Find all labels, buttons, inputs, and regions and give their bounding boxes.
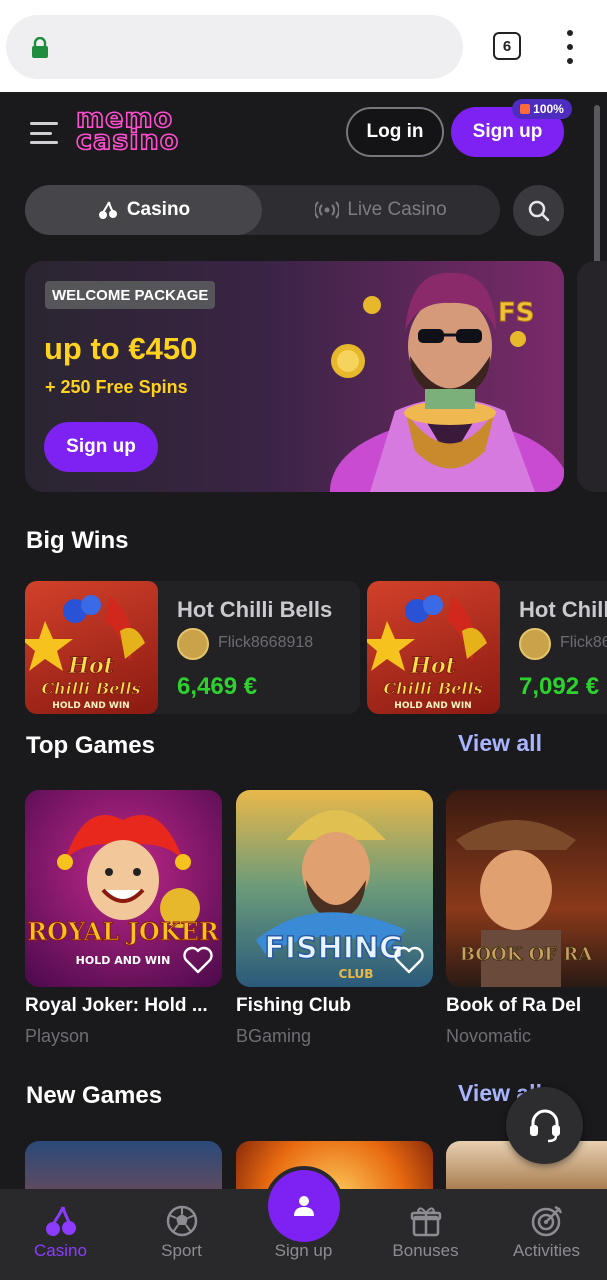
cherry-icon xyxy=(46,1206,76,1236)
big-win-card[interactable]: Hot Chilli Bells HOLD AND WIN Hot Chilli… xyxy=(25,581,360,714)
hot-chilli-bells-thumbnail: Hot Chilli Bells HOLD AND WIN xyxy=(367,581,500,714)
thumb-line-1: Hot xyxy=(67,653,114,679)
new-games-title: New Games xyxy=(26,1082,163,1109)
tab-count-label: 6 xyxy=(502,37,512,55)
browser-menu-icon[interactable] xyxy=(560,30,580,64)
banner-signup-button[interactable]: Sign up xyxy=(44,422,158,472)
live-broadcast-icon xyxy=(315,201,340,219)
nav-bonuses[interactable]: Bonuses xyxy=(365,1189,486,1280)
fs-badge-text: FS xyxy=(498,298,535,328)
signup-bonus-badge: 100% xyxy=(512,99,572,119)
game-thumb-title: BOOK OF RA xyxy=(460,944,594,965)
book-of-ra-thumbnail[interactable]: BOOK OF RA xyxy=(446,790,607,987)
thumb-line-2: Chilli Bells xyxy=(383,679,482,698)
game-provider: Playson xyxy=(25,1026,90,1046)
hamburger-menu-icon[interactable] xyxy=(30,122,58,144)
support-chat-button[interactable] xyxy=(506,1087,583,1164)
soccer-ball-icon xyxy=(166,1205,198,1237)
casino-mode-tabs: Casino Live Casino xyxy=(25,185,500,235)
tab-casino[interactable]: Casino xyxy=(25,185,262,235)
search-button[interactable] xyxy=(513,185,564,236)
game-provider: BGaming xyxy=(236,1026,312,1046)
game-thumb-subtitle: CLUB xyxy=(339,967,374,981)
cherry-icon xyxy=(98,201,117,219)
gift-icon xyxy=(520,104,531,114)
thumb-line-3: HOLD AND WIN xyxy=(394,701,471,711)
thumb-line-2: Chilli Bells xyxy=(41,679,140,698)
tab-casino-label: Casino xyxy=(126,199,191,220)
tab-live-casino[interactable]: Live Casino xyxy=(262,185,500,235)
winner-avatar xyxy=(177,628,209,660)
game-name[interactable]: Fishing Club xyxy=(236,995,433,1017)
game-name[interactable]: Royal Joker: Hold ... xyxy=(25,995,222,1017)
game-provider: Novomatic xyxy=(446,1026,532,1046)
nav-signup-label: Sign up xyxy=(274,1241,333,1260)
page-scrollbar[interactable] xyxy=(594,105,600,275)
user-icon xyxy=(294,1196,314,1216)
target-icon xyxy=(531,1205,563,1237)
welcome-package-tag: WELCOME PACKAGE xyxy=(45,281,216,309)
winner-username: Flick8668918 xyxy=(560,634,607,651)
banner-amount: up to €450 xyxy=(44,331,198,366)
win-game-name: Hot Chilli Bells xyxy=(177,597,333,622)
nav-casino[interactable]: Casino xyxy=(0,1189,121,1280)
browser-toolbar: 6 xyxy=(0,0,607,92)
big-win-card[interactable]: Hot Chilli Bells HOLD AND WIN Hot Chilli… xyxy=(367,581,607,714)
game-name[interactable]: Book of Ra Del xyxy=(446,995,607,1017)
thumb-line-3: HOLD AND WIN xyxy=(52,701,129,711)
gift-icon xyxy=(410,1207,442,1237)
tab-switcher-button[interactable]: 6 xyxy=(493,32,521,60)
winner-avatar xyxy=(519,628,551,660)
game-thumb-title: FISHING xyxy=(264,931,403,966)
banner-free-spins: + 250 Free Spins xyxy=(45,377,188,397)
nav-sport[interactable]: Sport xyxy=(121,1189,242,1280)
memo-casino-logo[interactable]: memo casino xyxy=(75,104,188,156)
signup-badge-label: 100% xyxy=(533,102,564,116)
headset-icon xyxy=(529,1109,560,1142)
game-thumb-title: ROYAL JOKER xyxy=(27,917,220,946)
signup-fab-button[interactable] xyxy=(268,1170,340,1242)
next-banner-peek[interactable] xyxy=(577,261,607,492)
favorite-heart-icon[interactable] xyxy=(182,945,214,975)
fishing-club-thumbnail[interactable]: FISHING CLUB xyxy=(236,790,433,987)
banner-character-illustration: FS xyxy=(330,272,564,492)
win-amount: 6,469 € xyxy=(177,673,258,700)
big-wins-title: Big Wins xyxy=(26,527,129,554)
nav-sport-label: Sport xyxy=(161,1241,202,1260)
top-games-title: Top Games xyxy=(26,732,155,759)
top-games-view-all-link[interactable]: View all xyxy=(458,730,542,757)
logo-line-2: casino xyxy=(75,125,180,156)
hot-chilli-bells-thumbnail: Hot Chilli Bells HOLD AND WIN xyxy=(25,581,158,714)
royal-joker-thumbnail[interactable]: ROYAL JOKER HOLD AND WIN xyxy=(25,790,222,987)
winner-username: Flick8668918 xyxy=(218,634,314,651)
win-amount: 7,092 € xyxy=(519,673,600,700)
nav-activities-label: Activities xyxy=(512,1241,581,1260)
search-icon xyxy=(528,200,549,221)
lock-icon xyxy=(32,37,48,58)
tab-live-label: Live Casino xyxy=(347,199,447,220)
thumb-line-1: Hot xyxy=(409,653,456,679)
nav-casino-label: Casino xyxy=(34,1241,87,1260)
address-bar[interactable] xyxy=(6,15,463,79)
nav-activities[interactable]: Activities xyxy=(486,1189,607,1280)
login-button[interactable]: Log in xyxy=(346,107,444,157)
nav-bonuses-label: Bonuses xyxy=(392,1241,459,1260)
game-thumb-subtitle: HOLD AND WIN xyxy=(76,954,171,967)
welcome-banner[interactable]: WELCOME PACKAGE up to €450 + 250 Free Sp… xyxy=(25,261,564,492)
favorite-heart-icon[interactable] xyxy=(393,945,425,975)
win-game-name: Hot Chilli Bells xyxy=(519,597,607,622)
